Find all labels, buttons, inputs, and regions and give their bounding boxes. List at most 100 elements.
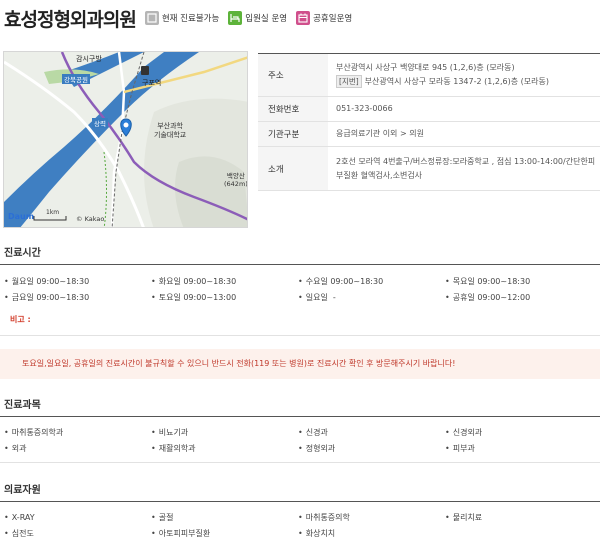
department-text: 마취통증의학과 <box>11 428 64 437</box>
intro-text: 2호선 모라역 4번출구/버스정류장:모라중학교 , 점심 13:00-14:0… <box>328 147 600 190</box>
resource-item: • 골절 <box>151 513 174 522</box>
intro-line: 2호선 모라역 4번출구/버스정류장:모라중학교 , 점심 13:00-14:0… <box>336 156 596 166</box>
department-item: • 외과 <box>4 444 27 453</box>
info-label: 소개 <box>258 147 328 190</box>
map-label-mountain-height: (642m) <box>224 180 248 188</box>
departments-section-title: 진료과목 <box>4 400 41 411</box>
department-item: • 신경외과 <box>445 428 483 437</box>
map-label-park: 강북공원 <box>62 74 90 84</box>
resources-section-title: 의료자원 <box>4 485 41 496</box>
map-label-top: 감시구방 <box>76 55 102 63</box>
map-label-school: 부산과학 기술대학교 <box>154 122 186 140</box>
resource-text: X-RAY <box>11 513 35 522</box>
resource-text: 심전도 <box>11 529 34 538</box>
department-text: 신경외과 <box>452 428 483 437</box>
department-item: • 정형외과 <box>298 444 336 453</box>
resource-item: • 아토피피부질환 <box>151 529 211 538</box>
resource-item: • 화상치치 <box>298 529 336 538</box>
map-scale-label: 1km <box>46 209 60 216</box>
intro-line: 부질환 혈액검사,소변검사 <box>336 170 423 180</box>
hours-item: • 목요일 09:00~18:30 <box>445 277 531 286</box>
department-text: 재활의학과 <box>158 444 196 453</box>
status-icon <box>144 11 159 25</box>
department-item: • 피부과 <box>445 444 475 453</box>
hours-item: • 공휴일 09:00~12:00 <box>445 293 531 302</box>
hours-text: 월요일 09:00~18:30 <box>11 277 90 286</box>
divider <box>0 462 600 463</box>
phone-number[interactable]: 051-323-0066 <box>328 97 600 121</box>
hours-item: • 일요일 - <box>298 293 336 302</box>
info-row-type: 기관구분 응급의료기관 이외 > 의원 <box>258 122 600 147</box>
hours-item: • 토요일 09:00~13:00 <box>151 293 237 302</box>
divider <box>0 501 600 502</box>
resource-text: 마취통증의학 <box>305 513 350 522</box>
info-row-phone: 전화번호 051-323-0066 <box>258 97 600 122</box>
info-label: 기관구분 <box>258 122 328 146</box>
hours-item: • 금요일 09:00~18:30 <box>4 293 90 302</box>
resource-item: • 물리치료 <box>445 513 483 522</box>
info-value-address: 부산광역시 사상구 백양대로 945 (1,2,6)층 (모라동) [지번] 부산… <box>328 54 600 96</box>
map-label-school-line1: 부산과학 <box>157 122 183 130</box>
status-badge-holiday: 공휴일운영 <box>296 11 352 25</box>
department-item: • 신경과 <box>298 428 328 437</box>
hours-text: 금요일 09:00~18:30 <box>11 293 90 302</box>
map-label-sangnyeon: 상력 <box>92 118 108 128</box>
resource-text: 화상치치 <box>305 529 336 538</box>
department-text: 정형외과 <box>305 444 336 453</box>
hours-item: • 수요일 09:00~18:30 <box>298 277 384 286</box>
status-badge-unavailable: 현재 진료불가능 <box>144 11 220 25</box>
institution-type: 응급의료기관 이외 > 의원 <box>336 129 424 138</box>
resources-list: • X-RAY • 골절 • 마취통증의학 • 물리치료 • 심전도 • 아토피피부질환 •… <box>4 510 596 542</box>
status-badge-inpatient: 입원실 운영 <box>228 11 287 25</box>
department-text: 신경과 <box>305 428 328 437</box>
resource-item: • 심전도 <box>4 529 34 538</box>
map-label-school-line2: 기술대학교 <box>154 131 187 139</box>
hospital-info-table: 주소 부산광역시 사상구 백양대로 945 (1,2,6)층 (모라동) [지번… <box>258 53 600 191</box>
hours-section-title: 진료시간 <box>4 248 41 259</box>
departments-list: • 마취통증의학과 • 비뇨기과 • 신경과 • 신경외과 • 외과 • 재활의학과 • 정형… <box>4 425 596 457</box>
hours-note-label: 비고 : <box>10 315 31 324</box>
address-road: 부산광역시 사상구 백양대로 945 (1,2,6)층 (모라동) <box>336 63 515 72</box>
resource-text: 아토피피부질환 <box>158 529 211 538</box>
department-item: • 비뇨기과 <box>151 428 189 437</box>
bed-icon <box>228 11 243 25</box>
page-title: 효성정형외과의원 <box>4 8 137 31</box>
resource-text: 물리치료 <box>452 513 483 522</box>
resource-text: 골절 <box>158 513 174 522</box>
notice-banner: 토요일,일요일, 공휴일의 진료시간이 불규칙할 수 있으니 반드시 전화(11… <box>0 349 600 379</box>
hours-text: 수요일 09:00~18:30 <box>305 277 384 286</box>
hours-text: 일요일 - <box>305 293 336 302</box>
department-text: 외과 <box>11 444 27 453</box>
resource-item: • 마취통증의학 <box>298 513 350 522</box>
hours-list: • 월요일 09:00~18:30 • 화요일 09:00~18:30 • 수요일 0… <box>4 274 596 306</box>
hours-text: 토요일 09:00~13:00 <box>158 293 237 302</box>
status-badge-label: 입원실 운영 <box>245 14 288 24</box>
location-map[interactable]: 감시구방 강북공원 구포역 상력 부산과학 기술대학교 백양산 (642m) D… <box>3 51 248 228</box>
status-badge-label: 공휴일운영 <box>313 14 353 24</box>
map-label-mountain: 백양산 (642m) <box>224 172 248 188</box>
resource-item: • X-RAY <box>4 513 35 522</box>
address-jibun-line: [지번] 부산광역시 사상구 모라동 1347-2 (1,2,6)층 (모라동) <box>336 75 600 89</box>
hours-item: • 화요일 09:00~18:30 <box>151 277 237 286</box>
divider <box>0 335 600 336</box>
map-brand-logo: Daum <box>8 212 35 221</box>
department-item: • 재활의학과 <box>151 444 196 453</box>
map-copyright: © Kakao <box>76 215 105 223</box>
divider <box>0 416 600 417</box>
page-header: 효성정형외과의원 현재 진료불가능 입원실 운영 공휴일운영 <box>4 4 361 32</box>
info-row-address: 주소 부산광역시 사상구 백양대로 945 (1,2,6)층 (모라동) [지번… <box>258 54 600 97</box>
hours-item: • 월요일 09:00~18:30 <box>4 277 90 286</box>
map-label-station: 구포역 <box>142 79 162 87</box>
info-label: 주소 <box>258 54 328 96</box>
address-jibun: 부산광역시 사상구 모라동 1347-2 (1,2,6)층 (모라동) <box>364 77 549 86</box>
map-label-mountain-name: 백양산 <box>226 172 245 180</box>
department-text: 비뇨기과 <box>158 428 189 437</box>
jibun-tag: [지번] <box>336 75 362 88</box>
info-label: 전화번호 <box>258 97 328 121</box>
department-item: • 마취통증의학과 <box>4 428 64 437</box>
status-badge-label: 현재 진료불가능 <box>161 14 220 24</box>
info-row-intro: 소개 2호선 모라역 4번출구/버스정류장:모라중학교 , 점심 13:00-1… <box>258 147 600 191</box>
department-text: 피부과 <box>452 444 475 453</box>
calendar-icon <box>296 11 311 25</box>
hours-text: 공휴일 09:00~12:00 <box>452 293 531 302</box>
